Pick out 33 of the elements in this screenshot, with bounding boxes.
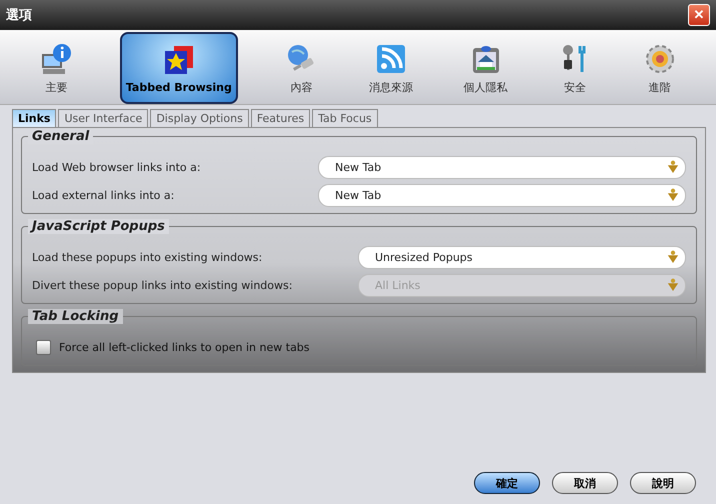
group-title: JavaScript Popups	[28, 219, 169, 234]
tab[interactable]: Features	[250, 109, 310, 127]
computer-info-icon	[39, 42, 74, 76]
dropdown[interactable]: Unresized Popups	[358, 246, 686, 268]
tab[interactable]: Links	[12, 109, 56, 127]
tab[interactable]: Display Options	[150, 109, 249, 127]
dialog-button[interactable]: 取消	[552, 472, 618, 494]
category-button[interactable]: 內容	[280, 32, 322, 104]
dropdown-arrow-icon	[667, 160, 679, 174]
checkbox-label: Force all left-clicked links to open in new tabs	[59, 340, 310, 354]
dropdown[interactable]: New Tab	[318, 184, 686, 206]
dropdown[interactable]: New Tab	[318, 156, 686, 178]
dropdown-arrow-icon	[667, 278, 679, 292]
category-button[interactable]: 進階	[638, 32, 681, 104]
close-button[interactable]: ✕	[688, 4, 710, 26]
checkbox[interactable]	[36, 340, 51, 354]
category-button[interactable]: 個人隱私	[460, 32, 512, 104]
dialog-button[interactable]: 確定	[474, 472, 540, 494]
group-title: Tab Locking	[28, 309, 123, 324]
dropdown-arrow-icon	[667, 188, 679, 202]
tab[interactable]: Tab Focus	[312, 109, 378, 127]
category-button[interactable]: 主要	[35, 32, 78, 104]
category-button[interactable]: 安全	[554, 32, 596, 104]
category-button[interactable]: Tabbed Browsing	[120, 32, 238, 104]
tab[interactable]: User Interface	[58, 109, 148, 127]
field-label: Load external links into a:	[32, 188, 176, 202]
category-button[interactable]: 消息來源	[364, 32, 417, 104]
dropdown-arrow-icon	[667, 250, 679, 264]
field-label: Load these popups into existing windows:	[32, 250, 264, 264]
dialog-button[interactable]: 說明	[630, 472, 696, 494]
window-title: 選項	[6, 7, 32, 24]
field-label: Load Web browser links into a:	[32, 160, 202, 174]
field-label: Divert these popup links into existing windows:	[32, 278, 294, 292]
